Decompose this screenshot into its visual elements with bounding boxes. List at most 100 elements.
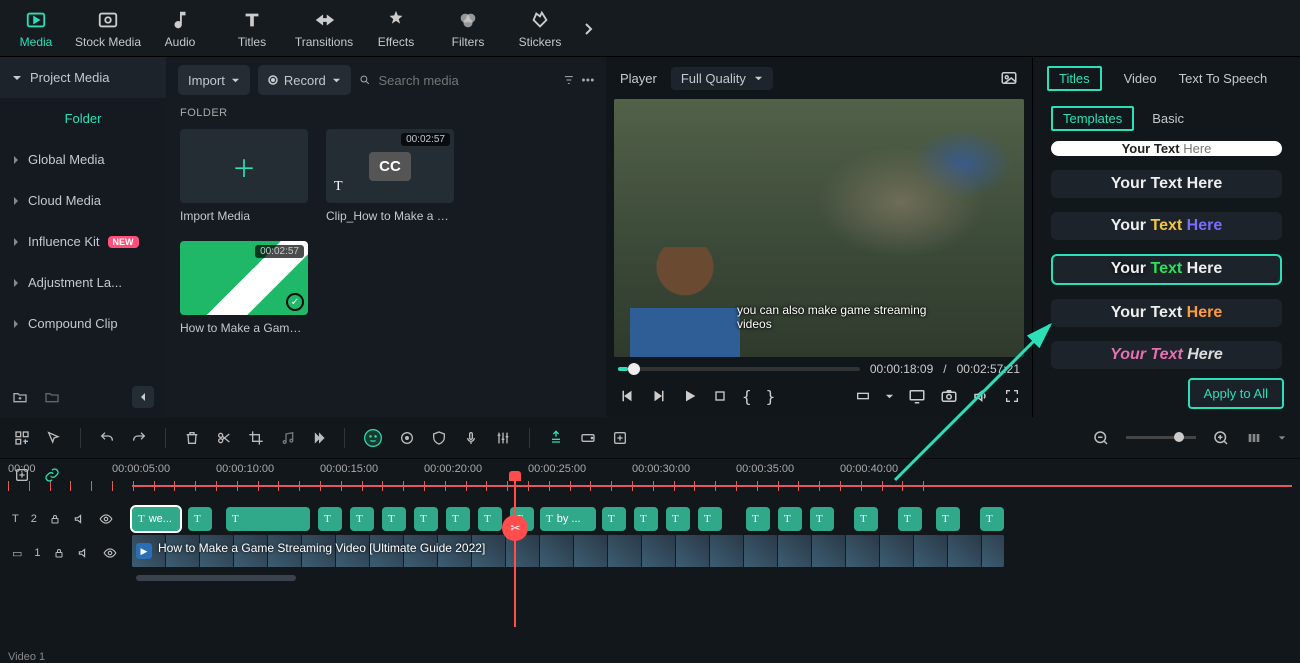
tab-media[interactable]: Media (0, 0, 72, 57)
timeline-scrollbar[interactable] (0, 571, 1300, 585)
keyframe-icon[interactable] (612, 430, 628, 446)
sidebar-item-adjustment-layer[interactable]: Adjustment La... (0, 262, 166, 303)
pointer-icon[interactable] (46, 430, 62, 446)
right-tab-video[interactable]: Video (1124, 71, 1157, 86)
sidebar-heading[interactable]: Project Media (0, 57, 166, 98)
sidebar-item-compound-clip[interactable]: Compound Clip (0, 303, 166, 344)
template-card[interactable]: Your Text Here (1051, 141, 1282, 156)
ai-face-icon[interactable] (363, 428, 383, 448)
media-item-video[interactable]: 00:02:57 ✓ How to Make a Game ... (180, 241, 308, 335)
text-clip[interactable]: Twe... (132, 507, 180, 531)
text-clip[interactable]: T (698, 507, 722, 531)
template-card[interactable]: Your Text Here (1051, 212, 1282, 240)
eye-icon[interactable] (103, 546, 117, 560)
chevron-down-icon[interactable] (1278, 434, 1286, 442)
next-frame-icon[interactable] (650, 387, 668, 405)
fullscreen-icon[interactable] (1004, 388, 1020, 404)
shield-icon[interactable] (431, 430, 447, 446)
undo-icon[interactable] (99, 430, 115, 446)
video-track-content[interactable]: ▶How to Make a Game Streaming Video [Ult… (132, 535, 1300, 571)
scrub-track[interactable] (618, 367, 860, 371)
mute-icon[interactable] (77, 546, 91, 560)
text-clip[interactable]: T (478, 507, 502, 531)
template-card[interactable]: Your Text Here (1051, 341, 1282, 369)
sidebar-item-influence-kit[interactable]: Influence Kit NEW (0, 221, 166, 262)
playhead[interactable]: ✂ (514, 477, 516, 627)
video-clip[interactable]: ▶How to Make a Game Streaming Video [Ult… (132, 535, 1004, 567)
lock-icon[interactable] (49, 513, 61, 525)
eye-icon[interactable] (99, 512, 113, 526)
text-clip[interactable]: Tby ... (540, 507, 596, 531)
more-icon[interactable] (582, 78, 594, 82)
text-clip[interactable]: T (414, 507, 438, 531)
mark-in-icon[interactable]: { (742, 387, 752, 406)
tabs-overflow[interactable] (576, 0, 600, 57)
tab-stock-media[interactable]: Stock Media (72, 0, 144, 57)
zoom-slider[interactable] (1126, 436, 1196, 439)
snapshot-icon[interactable] (940, 387, 958, 405)
text-clip[interactable]: T (382, 507, 406, 531)
text-clip[interactable]: T (666, 507, 690, 531)
preview-viewport[interactable]: you can also make game streaming videos (614, 99, 1024, 357)
add-track-icon[interactable] (14, 467, 30, 483)
audio-mixer-icon[interactable] (495, 430, 511, 446)
marker-icon[interactable] (548, 430, 564, 446)
apply-to-all-button[interactable]: Apply to All (1188, 378, 1284, 409)
template-card[interactable]: Your Text Here (1051, 299, 1282, 327)
tab-audio[interactable]: Audio (144, 0, 216, 57)
template-card[interactable]: Your Text Here (1051, 170, 1282, 198)
text-clip[interactable]: T (446, 507, 470, 531)
media-item-import[interactable]: ＋ Import Media (180, 129, 308, 223)
add-folder-icon[interactable] (12, 389, 28, 405)
tab-transitions[interactable]: Transitions (288, 0, 360, 57)
split-icon[interactable] (216, 430, 232, 446)
right-tab-tts[interactable]: Text To Speech (1179, 71, 1268, 86)
text-clip[interactable]: T (318, 507, 342, 531)
text-clip[interactable]: T (854, 507, 878, 531)
chevron-down-icon[interactable] (885, 392, 894, 401)
import-dropdown[interactable]: Import (178, 65, 250, 95)
voiceover-icon[interactable] (463, 430, 479, 446)
zoom-out-icon[interactable] (1092, 429, 1110, 447)
text-clip[interactable]: T (898, 507, 922, 531)
tab-effects[interactable]: Effects (360, 0, 432, 57)
template-card-selected[interactable]: Your Text Here (1051, 254, 1282, 285)
folder-icon[interactable] (44, 389, 60, 405)
mark-out-icon[interactable]: } (766, 387, 776, 406)
zoom-fit-icon[interactable] (1246, 430, 1262, 446)
text-clip[interactable]: T (634, 507, 658, 531)
timeline-ruler[interactable]: 00:0000:00:05:0000:00:10:0000:00:15:0000… (0, 459, 1300, 503)
crop-icon[interactable] (248, 430, 264, 446)
text-clip[interactable]: T (936, 507, 960, 531)
search-input[interactable] (379, 73, 555, 88)
music-note-icon[interactable] (280, 430, 296, 446)
ratio-icon[interactable] (855, 388, 871, 404)
filter-icon[interactable] (563, 72, 575, 88)
sidebar-item-global-media[interactable]: Global Media (0, 139, 166, 180)
volume-icon[interactable] (972, 387, 990, 405)
prev-frame-icon[interactable] (618, 387, 636, 405)
color-wheel-icon[interactable] (399, 430, 415, 446)
tab-titles[interactable]: Titles (216, 0, 288, 57)
text-clip[interactable]: T (350, 507, 374, 531)
text-clip[interactable]: T (746, 507, 770, 531)
text-track-content[interactable]: Twe...TTTTTTTTTTby ...TTTTTTTTTTT (132, 503, 1300, 535)
text-clip[interactable]: T (188, 507, 212, 531)
tab-filters[interactable]: Filters (432, 0, 504, 57)
text-clip[interactable]: T (602, 507, 626, 531)
image-icon[interactable] (1000, 69, 1018, 87)
text-clip[interactable]: T (980, 507, 1004, 531)
video-thumb[interactable]: 00:02:57 ✓ (180, 241, 308, 315)
subtab-basic[interactable]: Basic (1152, 111, 1184, 126)
media-item-cc-clip[interactable]: 00:02:57 CC T Clip_How to Make a G... (326, 129, 454, 223)
tab-stickers[interactable]: Stickers (504, 0, 576, 57)
mute-icon[interactable] (73, 512, 87, 526)
play-icon[interactable] (682, 388, 698, 404)
right-tab-titles[interactable]: Titles (1047, 66, 1102, 91)
delete-icon[interactable] (184, 430, 200, 446)
zoom-in-icon[interactable] (1212, 429, 1230, 447)
lock-icon[interactable] (53, 547, 65, 559)
stop-icon[interactable] (712, 388, 728, 404)
text-clip[interactable]: T (778, 507, 802, 531)
render-icon[interactable] (580, 430, 596, 446)
